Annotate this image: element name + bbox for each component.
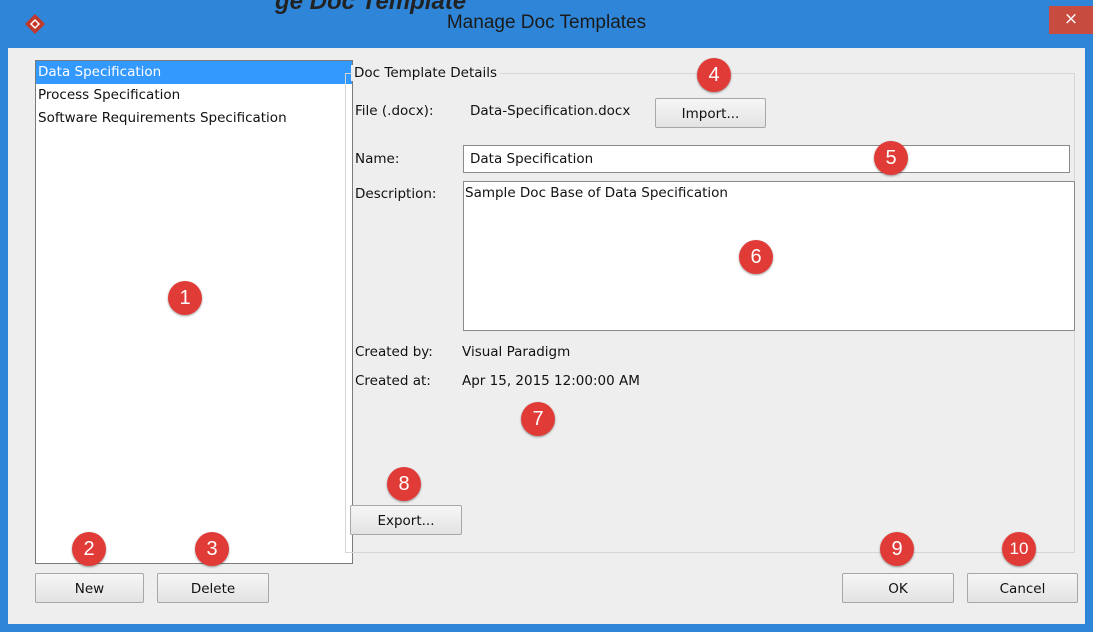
file-value: Data-Specification.docx xyxy=(470,103,631,119)
cancel-button[interactable]: Cancel xyxy=(967,573,1078,603)
callout-badge: 3 xyxy=(195,532,229,566)
description-label: Description: xyxy=(355,186,437,202)
callout-badge: 10 xyxy=(1002,532,1036,566)
new-button[interactable]: New xyxy=(35,573,144,603)
callout-badge: 8 xyxy=(387,467,421,501)
export-button[interactable]: Export... xyxy=(350,505,462,535)
close-button[interactable]: × xyxy=(1049,6,1093,34)
file-label: File (.docx): xyxy=(355,103,434,119)
import-button[interactable]: Import... xyxy=(655,98,766,128)
callout-badge: 2 xyxy=(72,532,106,566)
dialog-content: Data Specification Process Specification… xyxy=(8,48,1085,624)
callout-badge: 6 xyxy=(739,240,773,274)
dialog-window: Manage Doc Templates × Data Specificatio… xyxy=(0,0,1093,632)
title-bar[interactable]: Manage Doc Templates × xyxy=(0,0,1093,48)
callout-badge: 5 xyxy=(874,141,908,175)
list-item[interactable]: Software Requirements Specification xyxy=(36,107,352,130)
created-by-value: Visual Paradigm xyxy=(462,344,571,360)
details-legend: Doc Template Details xyxy=(351,65,501,81)
callout-badge: 7 xyxy=(521,402,555,436)
created-by-label: Created by: xyxy=(355,344,433,360)
delete-button[interactable]: Delete xyxy=(157,573,269,603)
list-item[interactable]: Data Specification xyxy=(36,61,352,84)
clipped-heading: ge Doc Template xyxy=(275,0,467,15)
name-label: Name: xyxy=(355,151,400,167)
created-at-value: Apr 15, 2015 12:00:00 AM xyxy=(462,373,640,389)
list-item[interactable]: Process Specification xyxy=(36,84,352,107)
callout-badge: 9 xyxy=(880,532,914,566)
callout-badge: 4 xyxy=(697,58,731,92)
ok-button[interactable]: OK xyxy=(842,573,954,603)
window-title: Manage Doc Templates xyxy=(446,12,647,33)
callout-badge: 1 xyxy=(168,281,202,315)
created-at-label: Created at: xyxy=(355,373,431,389)
name-field[interactable]: Data Specification xyxy=(463,145,1070,173)
